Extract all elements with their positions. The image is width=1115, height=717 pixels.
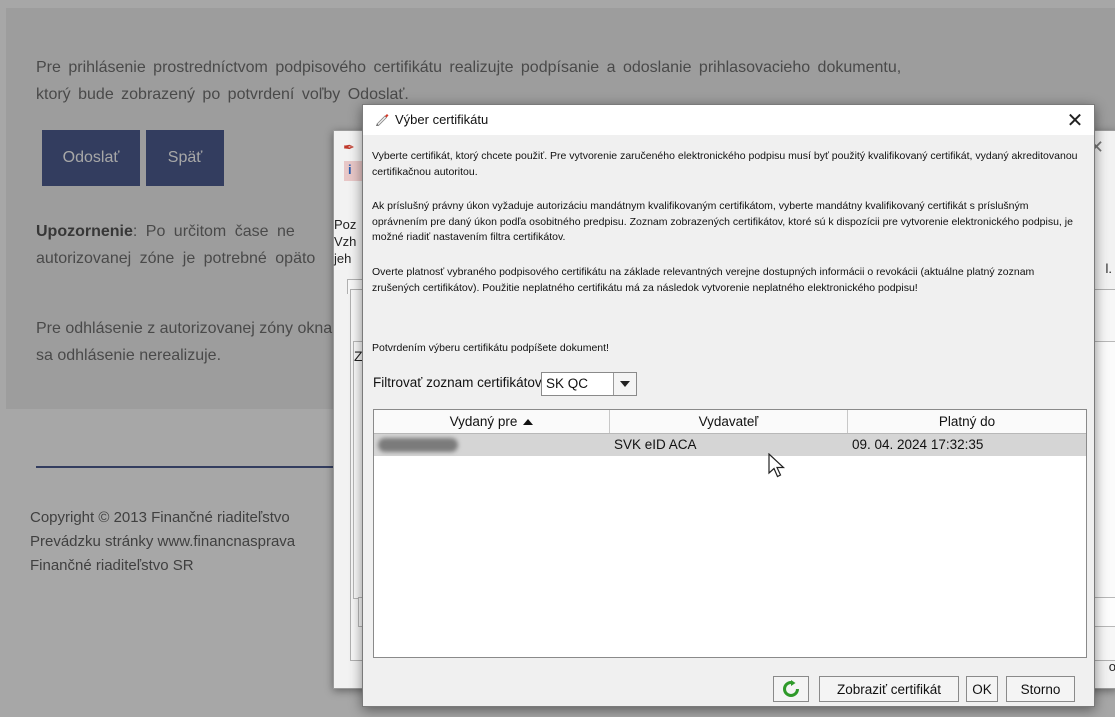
- revocation-paragraph: Overte platnosť vybraného podpisového ce…: [372, 266, 1035, 294]
- rear-text-line: Poz: [334, 217, 357, 232]
- table-header: Vydaný pre Vydavateľ Platný do: [374, 410, 1086, 434]
- instruction-paragraph: Vyberte certifikát, ktorý chcete použiť.…: [372, 150, 1078, 178]
- cell-issuer: SVK eID ACA: [614, 437, 697, 452]
- dialog-button-bar: Zobraziť certifikát OK Storno: [363, 676, 1094, 706]
- rear-right-text: l.: [1105, 261, 1113, 276]
- refresh-icon: [783, 680, 799, 697]
- refresh-button[interactable]: [773, 676, 809, 702]
- close-button[interactable]: ✕: [1056, 105, 1094, 135]
- cell-issued-to: [374, 434, 610, 456]
- mouse-cursor-icon: [768, 453, 786, 478]
- pen-icon: [376, 114, 389, 127]
- column-header-issuer[interactable]: Vydavateľ: [610, 410, 848, 433]
- confirm-paragraph: Potvrdením výberu certifikátu podpíšete …: [372, 342, 609, 354]
- certificate-table: Vydaný pre Vydavateľ Platný do SVK eID A…: [373, 409, 1087, 658]
- chevron-down-icon[interactable]: [613, 373, 636, 395]
- rear-text-line: jeh: [334, 251, 352, 266]
- redacted-name: [378, 438, 458, 452]
- ok-button[interactable]: OK: [966, 676, 998, 702]
- column-label: Platný do: [938, 414, 996, 429]
- cancel-button[interactable]: Storno: [1006, 676, 1075, 702]
- filter-value: SK QC: [546, 376, 589, 391]
- cell-valid-to: 09. 04. 2024 17:32:35: [852, 437, 984, 452]
- certificate-dialog: Výber certifikátu ✕ Vyberte certifikát, …: [362, 104, 1095, 707]
- pen-icon: ✒: [343, 139, 355, 155]
- info-icon: i: [344, 161, 364, 181]
- rear-text-line: Vzh: [334, 234, 357, 249]
- mandate-paragraph: Ak príslušný právny úkon vyžaduje autori…: [372, 200, 1073, 243]
- filter-label: Filtrovať zoznam certifikátov:: [373, 375, 546, 390]
- show-certificate-button[interactable]: Zobraziť certifikát: [819, 676, 959, 702]
- column-header-valid-to[interactable]: Platný do: [848, 410, 1086, 433]
- sort-ascending-icon: [523, 418, 534, 425]
- dialog-title: Výber certifikátu: [395, 112, 489, 127]
- filter-select[interactable]: SK QC: [541, 372, 637, 396]
- column-label: Vydaný pre: [449, 414, 518, 429]
- column-header-issued-to[interactable]: Vydaný pre: [374, 410, 610, 433]
- dialog-titlebar[interactable]: Výber certifikátu ✕: [363, 105, 1094, 135]
- table-row[interactable]: SVK eID ACA 09. 04. 2024 17:32:35: [374, 434, 1086, 456]
- column-label: Vydavateľ: [698, 414, 759, 429]
- rear-button-fragment[interactable]: o: [1109, 659, 1115, 674]
